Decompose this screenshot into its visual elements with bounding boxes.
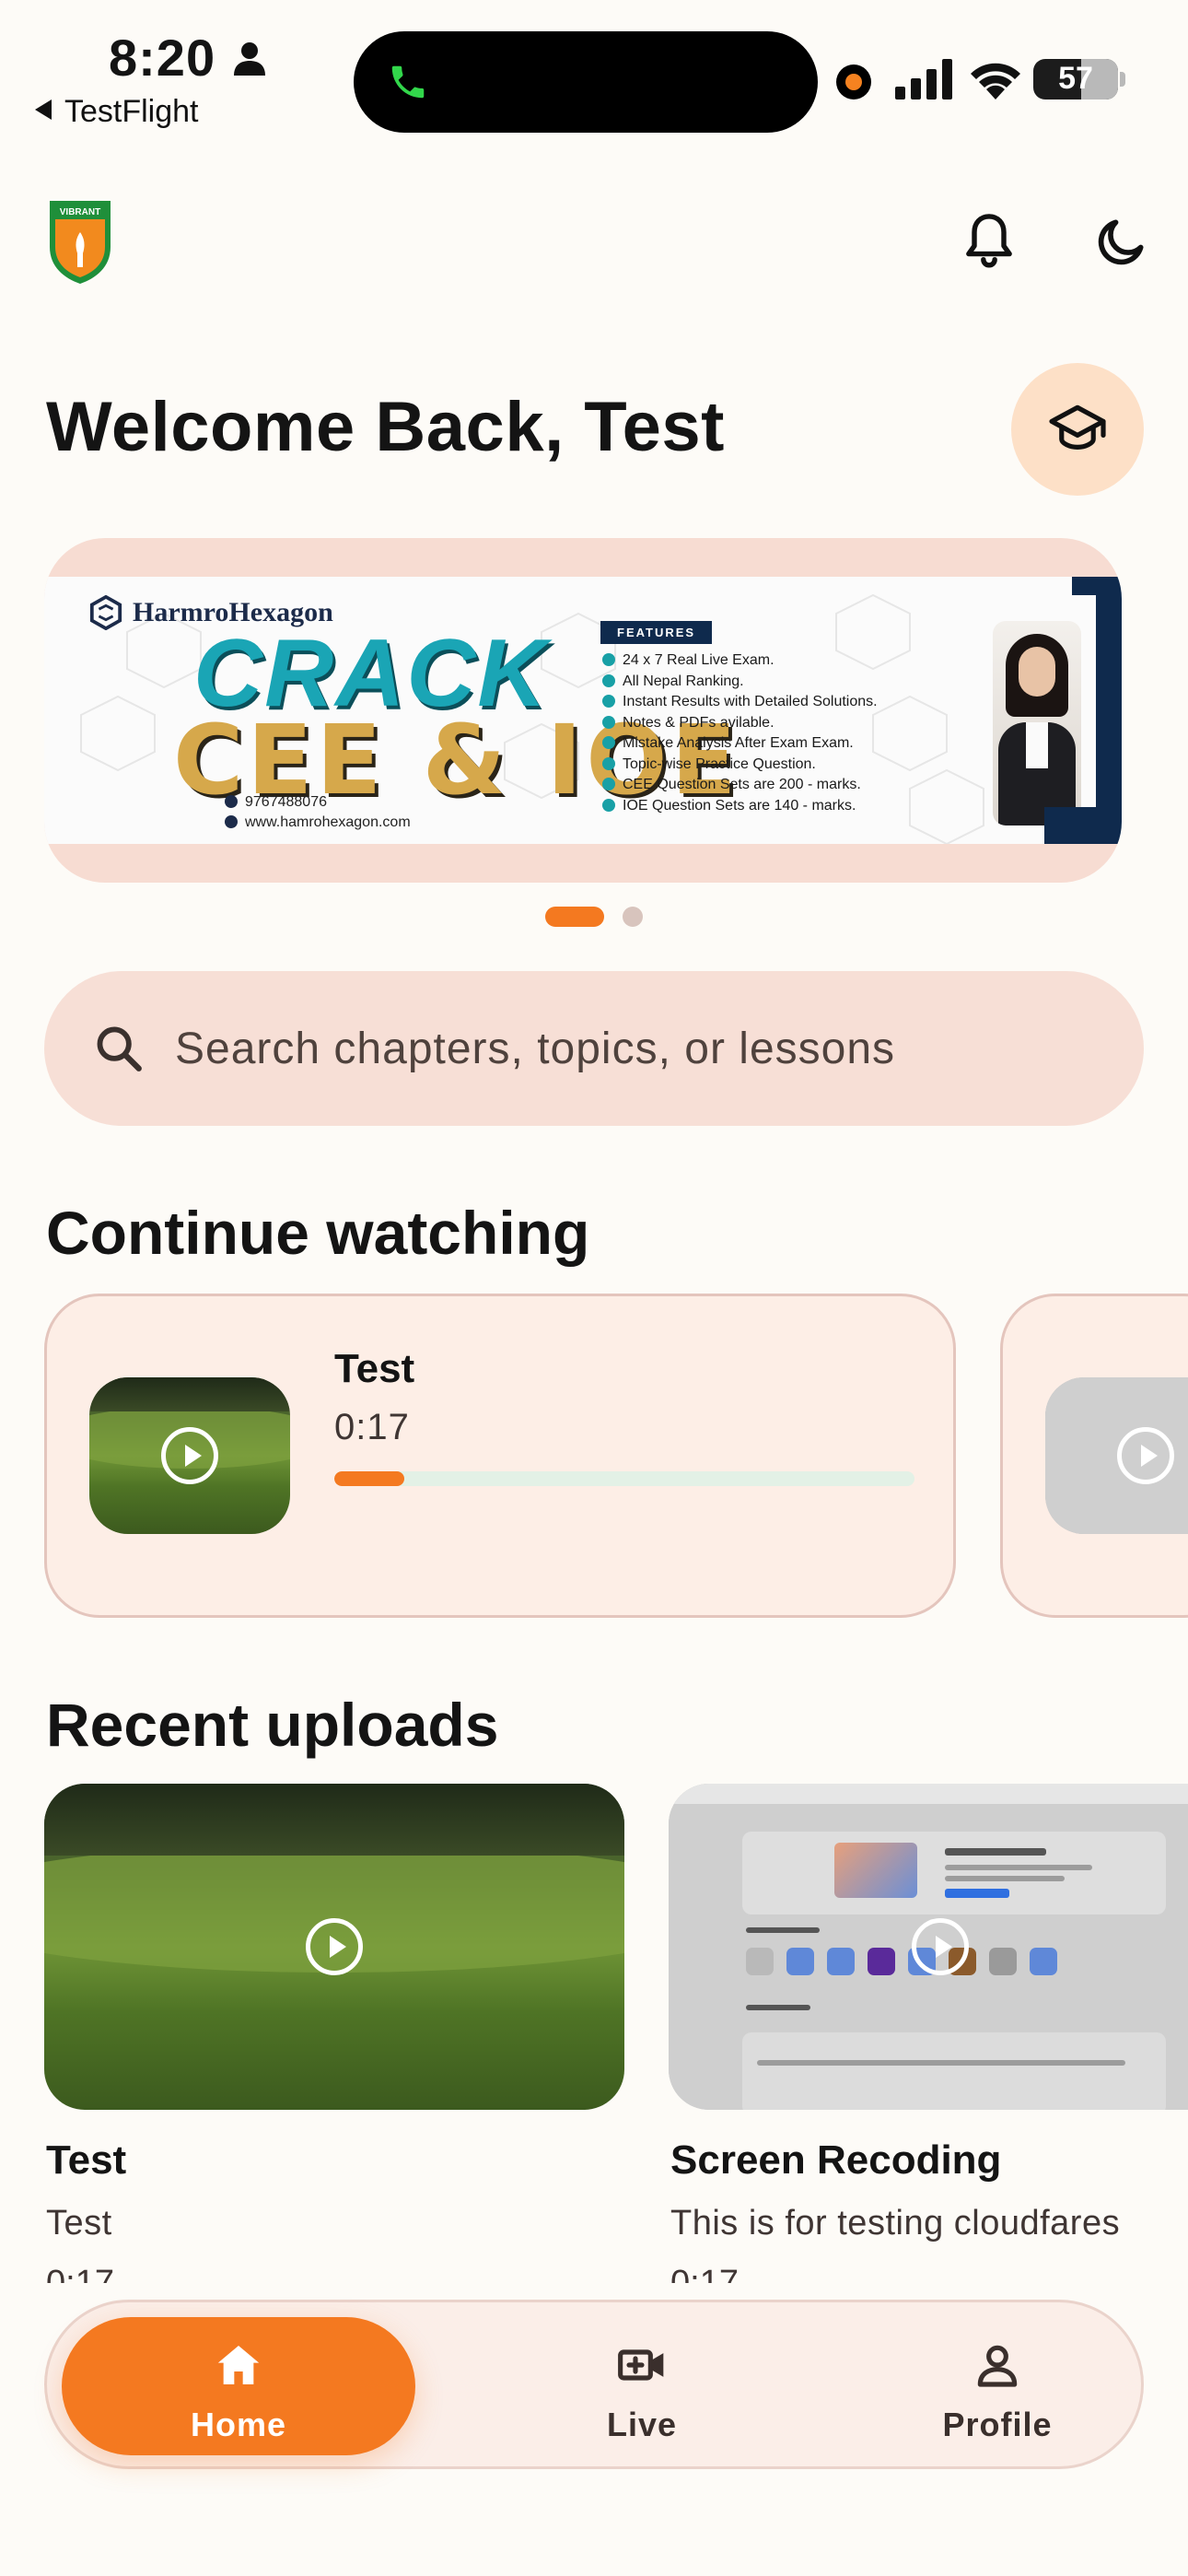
banner-feature-item: Topic-wise Practice Question. [602, 755, 878, 776]
nav-live[interactable]: Live [504, 2317, 780, 2455]
video-thumbnail[interactable] [89, 1377, 290, 1534]
nav-profile[interactable]: Profile [859, 2317, 1136, 2455]
graduation-cap-icon [1049, 404, 1106, 450]
recording-indicator [836, 64, 871, 100]
battery-percentage: 57 [1058, 61, 1093, 96]
upload-description: This is for testing cloudfares [670, 2204, 1121, 2242]
person-status-icon [234, 42, 265, 76]
watch-progress-bar [334, 1471, 914, 1486]
check-icon [602, 778, 615, 790]
video-plus-icon [618, 2349, 664, 2381]
phone-call-icon [391, 65, 425, 99]
hexagon-brand-icon [89, 595, 122, 630]
banner-feature-item: 24 x 7 Real Live Exam. [602, 650, 878, 672]
cellular-signal-icon [895, 59, 952, 100]
notifications-button[interactable] [952, 205, 1026, 278]
check-icon [602, 756, 615, 770]
banner-features-list: 24 x 7 Real Live Exam. All Nepal Ranking.… [602, 650, 878, 816]
nav-profile-label: Profile [942, 2406, 1053, 2443]
upload-title[interactable]: Screen Recoding [670, 2137, 1001, 2184]
svg-text:VIBRANT: VIBRANT [60, 207, 100, 217]
search-input[interactable] [175, 1023, 1059, 1074]
upload-description: Test [46, 2204, 112, 2242]
upload-duration: 0:17 [46, 2264, 114, 2283]
person-icon [977, 2345, 1018, 2387]
battery-indicator: 57 [1033, 59, 1118, 100]
phone-icon [225, 795, 238, 808]
theme-toggle-button[interactable] [1085, 205, 1159, 278]
nav-live-label: Live [606, 2406, 678, 2443]
play-icon[interactable] [912, 1918, 969, 1975]
banner-features-tag: FEATURES [600, 621, 713, 644]
banner-contact: 9767488076 www.hamrohexagon.com [225, 792, 411, 833]
banner-feature-item: IOE Question Sets are 140 - marks. [602, 796, 878, 817]
recent-uploads-heading: Recent uploads [46, 1691, 499, 1759]
courses-button[interactable] [1011, 363, 1144, 496]
wifi-icon [971, 63, 1020, 100]
check-icon [602, 798, 615, 812]
carousel-dot[interactable] [623, 907, 643, 927]
vibrant-logo-icon[interactable]: VIBRANT [44, 195, 116, 287]
carousel-pagination [545, 907, 643, 927]
banner-website: www.hamrohexagon.com [245, 814, 411, 830]
watch-progress-fill [334, 1471, 404, 1486]
upload-thumbnail[interactable] [669, 1784, 1188, 2110]
status-time: 8:20 [109, 29, 216, 87]
continue-watching-card[interactable]: Test 0:17 [44, 1294, 956, 1618]
upload-duration: 0:17 [670, 2264, 739, 2283]
battery-cap [1120, 72, 1125, 87]
upload-title[interactable]: Test [46, 2137, 126, 2184]
banner-feature-item: CEE Question Sets are 200 - marks. [602, 775, 878, 796]
continue-watching-card[interactable] [1000, 1294, 1188, 1618]
status-bar: 8:20 TestFlight 57 [0, 0, 1188, 157]
back-label: TestFlight [64, 94, 199, 129]
carousel-dot-active[interactable] [545, 907, 604, 927]
bell-icon [966, 214, 1012, 268]
promo-banner-carousel[interactable]: HarmroHexagon CRACK CEE & IOE 9767488076… [44, 538, 1122, 883]
play-icon[interactable] [306, 1918, 363, 1975]
continue-watching-heading: Continue watching [46, 1199, 590, 1267]
play-icon[interactable] [161, 1427, 218, 1484]
home-icon [217, 2346, 260, 2384]
banner-feature-item: All Nepal Ranking. [602, 672, 878, 693]
nav-home[interactable]: Home [62, 2317, 415, 2455]
search-icon [97, 1026, 142, 1071]
check-icon [602, 673, 615, 687]
video-title: Test [334, 1346, 415, 1391]
check-icon [602, 736, 615, 749]
video-thumbnail[interactable] [1045, 1377, 1188, 1534]
back-arrow-icon [35, 100, 52, 120]
upload-thumbnail[interactable] [44, 1784, 624, 2110]
check-icon [602, 715, 615, 729]
video-duration: 0:17 [334, 1407, 410, 1447]
banner-feature-item: Notes & PDFs avilable. [602, 713, 878, 734]
back-to-testflight-link[interactable]: TestFlight [35, 94, 199, 130]
play-icon[interactable] [1117, 1427, 1174, 1484]
welcome-heading: Welcome Back, Test [46, 388, 725, 466]
banner-frame-decoration [1044, 577, 1122, 844]
banner-feature-item: Mistake Analysis After Exam Exam. [602, 733, 878, 755]
promo-banner-image[interactable]: HarmroHexagon CRACK CEE & IOE 9767488076… [44, 577, 1122, 844]
nav-home-label: Home [190, 2406, 287, 2443]
bottom-navigation: Home Live Profile [44, 2300, 1144, 2469]
check-icon [602, 653, 615, 666]
banner-phone: 9767488076 [245, 794, 327, 810]
dynamic-island[interactable] [354, 31, 818, 133]
moon-icon [1098, 219, 1144, 265]
check-icon [602, 695, 615, 708]
search-bar[interactable] [44, 971, 1144, 1126]
globe-icon [225, 815, 238, 828]
banner-feature-item: Instant Results with Detailed Solutions. [602, 692, 878, 713]
